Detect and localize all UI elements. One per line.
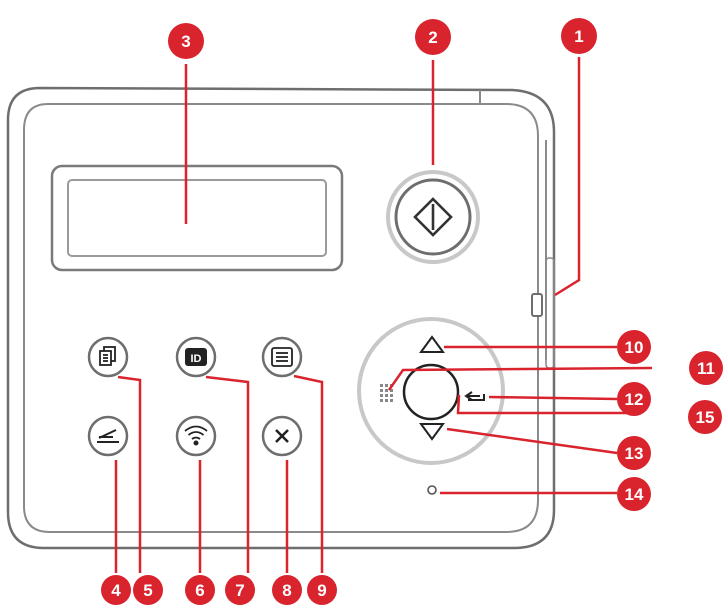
- leader-lines: [114, 57, 653, 573]
- scan-button[interactable]: [87, 415, 129, 457]
- status-indicator-light: [427, 485, 437, 495]
- callout-14: 14: [617, 477, 651, 511]
- callout-11-label: 11: [697, 359, 715, 378]
- callout-3-label: 3: [181, 32, 190, 51]
- callout-8-label: 8: [282, 581, 291, 600]
- id-label: ID: [191, 353, 202, 365]
- id-card-icon: ID: [185, 348, 207, 366]
- callout-12: 12: [617, 382, 651, 416]
- copy-button[interactable]: [87, 336, 129, 378]
- callout-1-label: 1: [574, 27, 583, 46]
- lcd-display: [50, 164, 344, 272]
- callout-9: 9: [307, 575, 337, 605]
- ok-button[interactable]: [402, 363, 460, 421]
- menu-button[interactable]: [261, 336, 303, 378]
- callout-5-label: 5: [143, 581, 152, 600]
- callout-7: 7: [225, 575, 255, 605]
- callout-6-label: 6: [195, 581, 204, 600]
- callout-12-label: 12: [625, 390, 644, 409]
- control-panel-diagram: ID 1 2 3 4 5 6 7 8 9 10 11 12 15 13 14: [6, 18, 723, 605]
- callout-14-label: 14: [625, 485, 644, 504]
- panel-outer-frame: [6, 86, 556, 550]
- side-power-switch[interactable]: [531, 293, 543, 317]
- callout-10: 10: [617, 330, 651, 364]
- callout-1: 1: [561, 18, 597, 54]
- callout-15: 15: [688, 400, 722, 434]
- cancel-button[interactable]: [261, 415, 303, 457]
- callout-2: 2: [415, 19, 451, 55]
- callout-8: 8: [272, 575, 302, 605]
- callout-4: 4: [101, 575, 131, 605]
- callout-13-label: 13: [625, 444, 644, 463]
- callout-7-label: 7: [235, 581, 244, 600]
- callout-10-label: 10: [625, 338, 644, 357]
- callout-15-label: 15: [696, 408, 715, 427]
- callout-4-label: 4: [111, 581, 121, 600]
- callout-13: 13: [617, 436, 651, 470]
- start-button[interactable]: [386, 170, 480, 264]
- callout-6: 6: [185, 575, 215, 605]
- callout-9-label: 9: [317, 581, 326, 600]
- wifi-button[interactable]: [175, 415, 217, 457]
- callout-3: 3: [168, 23, 204, 59]
- callout-5: 5: [133, 575, 163, 605]
- callout-2-label: 2: [428, 28, 437, 47]
- callout-11: 11: [689, 351, 723, 385]
- id-copy-button[interactable]: ID: [175, 336, 217, 378]
